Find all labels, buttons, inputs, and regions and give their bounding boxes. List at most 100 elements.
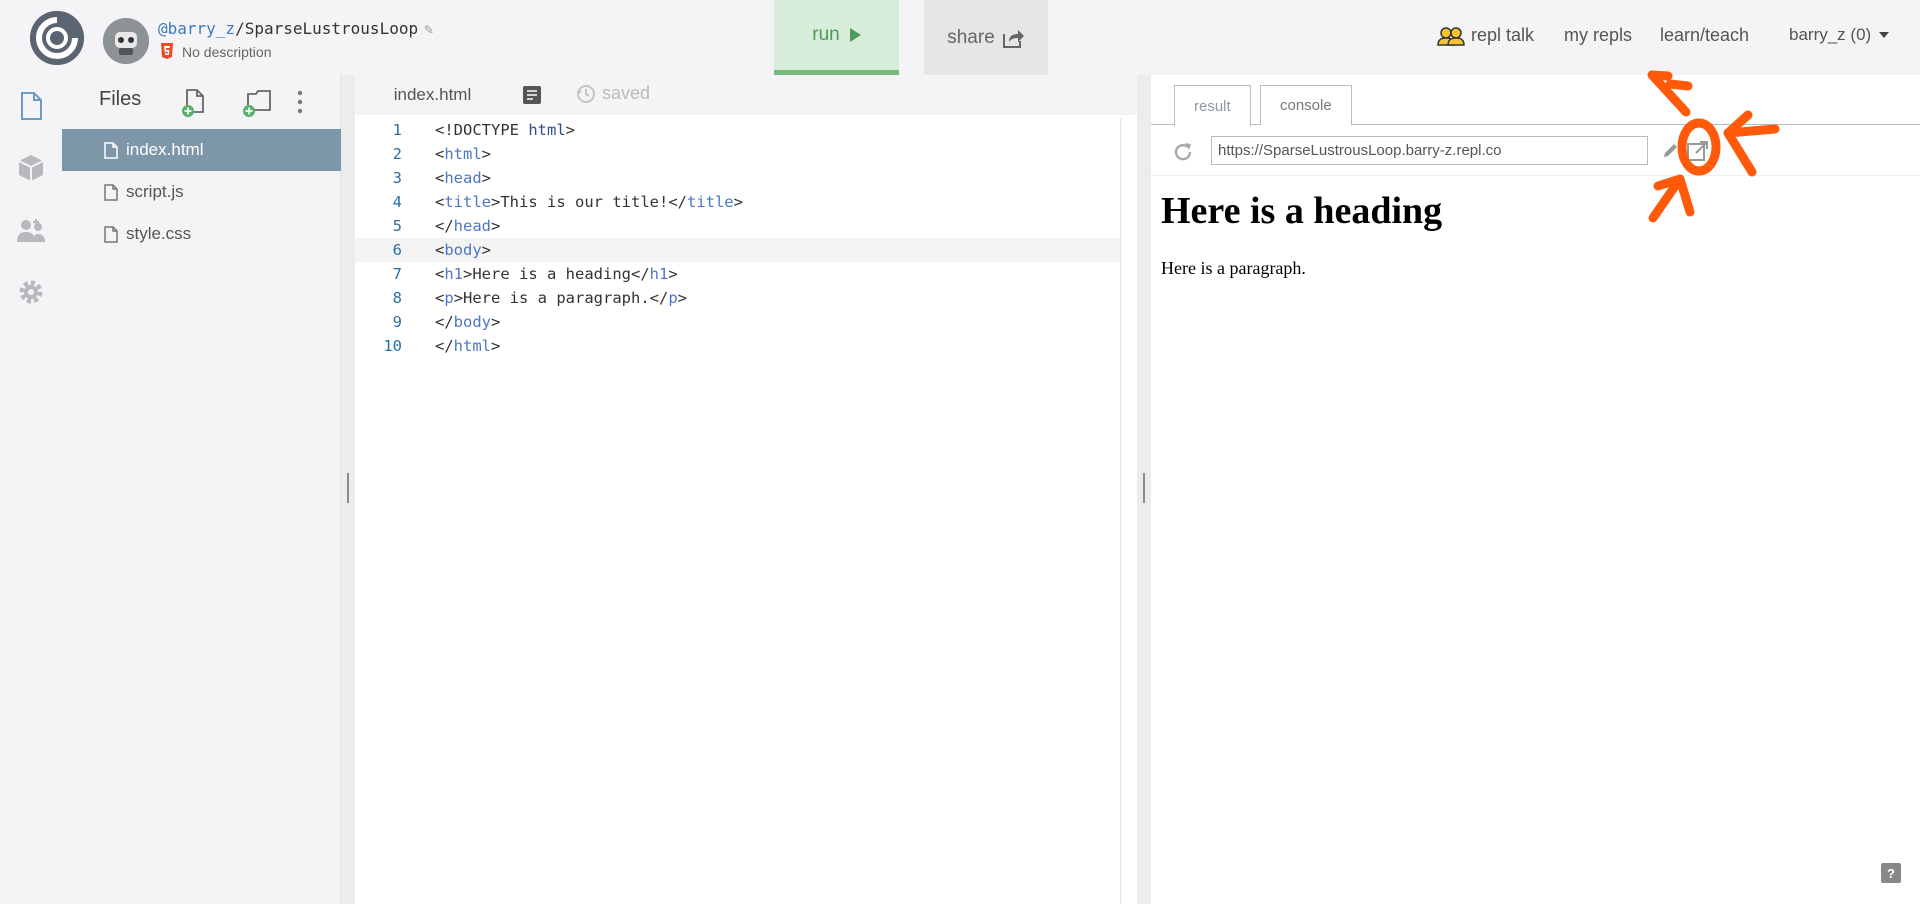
tab-result[interactable]: result: [1174, 85, 1251, 126]
line-number: 2: [392, 145, 402, 163]
save-status: saved: [576, 83, 650, 104]
code-text: <!DOCTYPE html>: [435, 121, 575, 139]
save-status-label: saved: [602, 83, 651, 103]
code-text: <html>: [435, 145, 492, 163]
run-button[interactable]: run: [774, 0, 899, 75]
share-button[interactable]: share: [924, 0, 1048, 75]
more-options-icon[interactable]: [292, 86, 308, 118]
files-title: Files: [99, 88, 142, 110]
play-icon: [849, 28, 861, 42]
file-icon: [104, 183, 118, 201]
file-name: index.html: [126, 140, 204, 159]
line-number: 1: [392, 121, 402, 139]
file-icon: [104, 225, 118, 243]
code-text: </html>: [435, 337, 501, 355]
add-folder-icon[interactable]: [240, 86, 272, 118]
add-file-icon[interactable]: [178, 86, 210, 118]
file-name: style.css: [126, 224, 192, 243]
help-button[interactable]: ?: [1881, 863, 1901, 883]
multiplayer-icon[interactable]: [16, 215, 46, 245]
nav-learn-teach[interactable]: learn/teach: [1660, 25, 1749, 46]
package-icon[interactable]: [16, 153, 46, 183]
line-number: 3: [392, 169, 402, 187]
share-label: share: [947, 26, 995, 48]
repl-description[interactable]: No description: [160, 43, 272, 60]
code-area[interactable]: 1 <!DOCTYPE html> 2 <html> 3 <head> 4 <title>Th…: [355, 115, 1120, 904]
run-label: run: [812, 24, 840, 45]
code-line[interactable]: 9 </body>: [355, 310, 1120, 334]
code-line[interactable]: 10 </html>: [355, 334, 1120, 358]
description-text: No description: [182, 43, 272, 60]
splitter-grip: [1143, 473, 1145, 503]
username-link[interactable]: @barry_z: [158, 19, 235, 38]
line-number: 4: [392, 193, 402, 211]
code-text: <title>This is our title!</title>: [435, 193, 743, 211]
code-line[interactable]: 5 </head>: [355, 214, 1120, 238]
code-text: <h1>Here is a heading</h1>: [435, 265, 678, 283]
line-number: 9: [392, 313, 402, 331]
code-line[interactable]: 1 <!DOCTYPE html>: [355, 118, 1120, 142]
code-text: <head>: [435, 169, 492, 187]
url-input[interactable]: [1211, 136, 1648, 165]
code-text: <p>Here is a paragraph.</p>: [435, 289, 688, 307]
user-menu-label: barry_z (0): [1789, 25, 1872, 44]
splitter-grip: [347, 473, 349, 503]
open-in-new-tab-icon[interactable]: [1686, 139, 1710, 163]
nav-repl-talk[interactable]: repl talk: [1437, 25, 1534, 46]
repl-name[interactable]: SparseLustrousLoop: [245, 19, 418, 38]
replit-logo-icon[interactable]: [30, 11, 84, 65]
code-editor: index.html saved 1 <!DOCTYPE html> 2 <html>…: [355, 75, 1137, 904]
file-icon: [104, 141, 118, 159]
refresh-icon[interactable]: [1171, 140, 1195, 164]
line-number: 10: [383, 337, 402, 355]
file-item-index-html[interactable]: index.html: [62, 129, 341, 171]
user-menu[interactable]: barry_z (0): [1789, 25, 1890, 45]
output-tab-bar: result console: [1151, 75, 1920, 126]
tab-console[interactable]: console: [1260, 85, 1352, 125]
output-pane: result console Here is a heading Here is…: [1151, 75, 1920, 904]
code-line[interactable]: 6 <body>: [355, 238, 1120, 262]
line-number: 8: [392, 289, 402, 307]
file-panel: Files index.html script.js style.css: [62, 75, 341, 904]
code-line[interactable]: 7 <h1>Here is a heading</h1>: [355, 262, 1120, 286]
code-text: </body>: [435, 313, 501, 331]
tab-index-html[interactable]: index.html: [355, 75, 510, 115]
code-line[interactable]: 4 <title>This is our title!</title>: [355, 190, 1120, 214]
html5-icon: [161, 43, 173, 59]
left-rail: [0, 75, 62, 904]
file-item-style-css[interactable]: style.css: [62, 213, 341, 255]
line-number: 7: [392, 265, 402, 283]
history-icon: [577, 84, 595, 103]
file-panel-splitter[interactable]: [341, 75, 355, 904]
file-icon[interactable]: [16, 91, 46, 121]
repl-talk-icon: [1437, 26, 1465, 46]
line-number: 5: [392, 217, 402, 235]
top-header: @barry_z/SparseLustrousLoop ✎ No descript…: [0, 0, 1920, 75]
editor-output-splitter[interactable]: [1137, 75, 1151, 904]
format-code-icon[interactable]: [522, 85, 542, 105]
preview-paragraph: Here is a paragraph.: [1161, 258, 1306, 278]
avatar[interactable]: [103, 18, 149, 64]
edit-pencil-icon[interactable]: ✎: [424, 20, 433, 38]
file-item-script-js[interactable]: script.js: [62, 171, 341, 213]
code-text: <body>: [435, 241, 492, 259]
editor-tab-bar: index.html saved: [355, 75, 1137, 115]
nav-my-repls[interactable]: my repls: [1564, 25, 1632, 46]
chevron-down-icon: [1879, 32, 1890, 38]
code-text: </head>: [435, 217, 501, 235]
share-icon: [1002, 29, 1024, 48]
repl-talk-label: repl talk: [1471, 25, 1535, 45]
settings-icon[interactable]: [16, 277, 46, 307]
code-line[interactable]: 3 <head>: [355, 166, 1120, 190]
code-line[interactable]: 2 <html>: [355, 142, 1120, 166]
edit-url-icon[interactable]: [1661, 141, 1679, 161]
line-number: 6: [392, 241, 402, 259]
preview-heading: Here is a heading: [1161, 190, 1443, 232]
code-line[interactable]: 8 <p>Here is a paragraph.</p>: [355, 286, 1120, 310]
path-separator: /: [235, 19, 245, 38]
editor-scrollbar[interactable]: [1120, 118, 1137, 904]
url-bar: [1151, 126, 1920, 176]
repl-path: @barry_z/SparseLustrousLoop ✎: [158, 19, 433, 38]
result-preview: Here is a heading Here is a paragraph.: [1151, 176, 1920, 904]
file-name: script.js: [126, 182, 184, 201]
